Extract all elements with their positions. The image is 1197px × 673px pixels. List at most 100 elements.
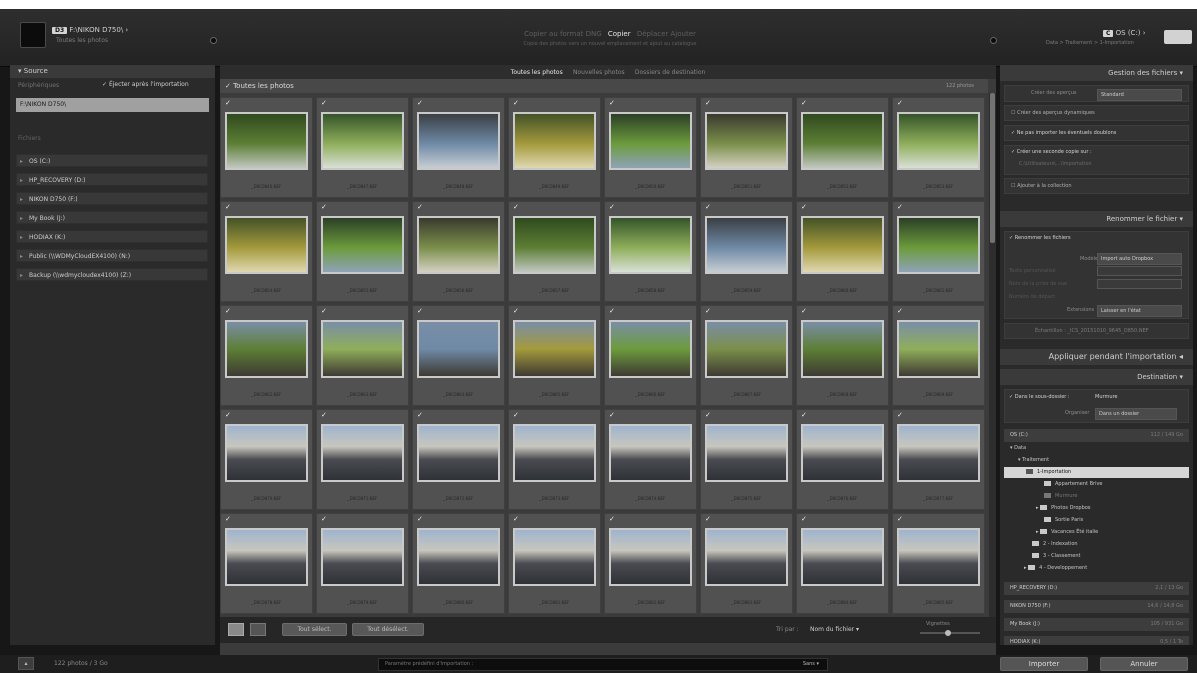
photo-cell[interactable]: ✓ _DSC0863.NEF — [316, 305, 409, 406]
photo-cell[interactable]: ✓ _DSC0867.NEF — [700, 305, 793, 406]
photo-thumbnail[interactable] — [897, 216, 980, 274]
cancel-button[interactable]: Annuler — [1100, 657, 1188, 671]
photo-cell[interactable]: ✓ _DSC0858.NEF — [604, 201, 697, 302]
photo-thumbnail[interactable] — [705, 424, 788, 482]
folder-item[interactable]: ▸ Photos Dropbox — [1004, 503, 1189, 514]
photo-checkbox[interactable]: ✓ — [513, 99, 519, 107]
volume-item[interactable]: OS (C:) — [16, 154, 208, 168]
dest-volume[interactable]: HODIAX (K:) 0,5 / 1 To — [1004, 636, 1189, 645]
photo-checkbox[interactable]: ✓ — [609, 99, 615, 107]
organize-select[interactable]: Dans un dossier — [1095, 408, 1177, 420]
shoot-name-field[interactable] — [1097, 279, 1182, 289]
photo-checkbox[interactable]: ✓ — [705, 307, 711, 315]
photo-cell[interactable]: ✓ _DSC0857.NEF — [508, 201, 601, 302]
dest-header[interactable]: C OS (C:) › — [1103, 29, 1146, 37]
photo-thumbnail[interactable] — [417, 424, 500, 482]
source-collapse-icon[interactable] — [210, 37, 217, 44]
mode-move[interactable]: Déplacer — [637, 30, 668, 38]
photo-cell[interactable]: ✓ _DSC0849.NEF — [508, 97, 601, 198]
volume-item[interactable]: NIKON D750 (F:) — [16, 192, 208, 206]
photo-cell[interactable]: ✓ _DSC0874.NEF — [604, 409, 697, 510]
dest-volume-os[interactable]: OS (C:) 112 / 149 Go — [1004, 429, 1189, 442]
photo-thumbnail[interactable] — [705, 528, 788, 586]
file-handling-header[interactable]: Gestion des fichiers ▾ — [1000, 65, 1193, 81]
folder-item[interactable]: Murmure — [1004, 491, 1189, 502]
rename-files-checkbox[interactable]: ✓ Renommer les fichiers — [1009, 235, 1071, 241]
folder-item[interactable]: 3 - Classement — [1004, 551, 1189, 562]
photo-thumbnail[interactable] — [897, 320, 980, 378]
photo-thumbnail[interactable] — [801, 320, 884, 378]
photo-thumbnail[interactable] — [801, 112, 884, 170]
photo-cell[interactable]: ✓ _DSC0883.NEF — [700, 513, 793, 614]
photo-checkbox[interactable]: ✓ — [513, 411, 519, 419]
dest-volume[interactable]: HP_RECOVERY (D:) 2,1 / 13 Go — [1004, 582, 1189, 595]
slider-knob[interactable] — [945, 630, 951, 636]
folder-item[interactable]: Appartement Brive — [1004, 479, 1189, 490]
photo-checkbox[interactable]: ✓ — [417, 411, 423, 419]
photo-checkbox[interactable]: ✓ — [897, 307, 903, 315]
photo-cell[interactable]: ✓ _DSC0846.NEF — [220, 97, 313, 198]
preset-select[interactable]: Sans ▾ — [803, 659, 819, 670]
photo-checkbox[interactable]: ✓ — [801, 411, 807, 419]
photo-cell[interactable]: ✓ _DSC0851.NEF — [700, 97, 793, 198]
smart-previews-checkbox[interactable]: ☐ Créer des aperçus dynamiques — [1004, 105, 1189, 121]
photo-checkbox[interactable]: ✓ — [321, 307, 327, 315]
photo-thumbnail[interactable] — [609, 320, 692, 378]
photo-thumbnail[interactable] — [225, 112, 308, 170]
photo-checkbox[interactable]: ✓ — [897, 203, 903, 211]
photo-thumbnail[interactable] — [897, 528, 980, 586]
volume-item[interactable]: HODIAX (K:) — [16, 230, 208, 244]
photo-checkbox[interactable]: ✓ — [513, 515, 519, 523]
template-select[interactable]: Import auto Dropbox — [1097, 253, 1182, 265]
second-copy-checkbox[interactable]: ✓ Créer une seconde copie sur : C:\Utilis… — [1004, 145, 1189, 175]
photo-checkbox[interactable]: ✓ — [225, 203, 231, 211]
photo-cell[interactable]: ✓ _DSC0881.NEF — [508, 513, 601, 614]
mode-copy[interactable]: Copier — [608, 30, 631, 38]
photo-thumbnail[interactable] — [705, 112, 788, 170]
loupe-view-icon[interactable] — [250, 623, 266, 636]
photo-thumbnail[interactable] — [417, 528, 500, 586]
photo-cell[interactable]: ✓ _DSC0873.NEF — [508, 409, 601, 510]
photo-cell[interactable]: ✓ _DSC0885.NEF — [892, 513, 985, 614]
photo-cell[interactable]: ✓ _DSC0855.NEF — [316, 201, 409, 302]
photo-cell[interactable]: ✓ _DSC0850.NEF — [604, 97, 697, 198]
collapse-options-icon[interactable]: ▴ — [18, 657, 34, 670]
folder-data[interactable]: ▾ Data — [1004, 443, 1189, 454]
photo-cell[interactable]: ✓ _DSC0861.NEF — [892, 201, 985, 302]
folder-importation-selected[interactable]: 1-Importation — [1004, 467, 1189, 478]
photo-checkbox[interactable]: ✓ — [225, 307, 231, 315]
tab-all-photos[interactable]: Toutes les photos — [507, 69, 567, 76]
photo-checkbox[interactable]: ✓ — [705, 99, 711, 107]
photo-thumbnail[interactable] — [897, 112, 980, 170]
photo-thumbnail[interactable] — [513, 112, 596, 170]
select-all-checkbox[interactable]: ✓ — [225, 82, 233, 90]
destination-header[interactable]: Destination ▾ — [1000, 369, 1193, 385]
apply-during-import-header[interactable]: Appliquer pendant l'importation ◂ — [1000, 349, 1193, 365]
photo-thumbnail[interactable] — [225, 528, 308, 586]
volume-item[interactable]: Public (\\WDMyCloudEX4100) (N:) — [16, 249, 208, 263]
photo-cell[interactable]: ✓ _DSC0860.NEF — [796, 201, 889, 302]
folder-item[interactable]: ▸ 4 - Developpement — [1004, 563, 1189, 574]
photo-checkbox[interactable]: ✓ — [801, 307, 807, 315]
photo-thumbnail[interactable] — [609, 216, 692, 274]
photo-cell[interactable]: ✓ _DSC0884.NEF — [796, 513, 889, 614]
mode-add[interactable]: Ajouter — [671, 30, 696, 38]
folder-traitement[interactable]: ▾ Traitement — [1004, 455, 1189, 466]
photo-cell[interactable]: ✓ _DSC0879.NEF — [316, 513, 409, 614]
photo-thumbnail[interactable] — [417, 112, 500, 170]
photo-checkbox[interactable]: ✓ — [417, 515, 423, 523]
sort-select[interactable]: Nom du fichier ▾ — [810, 626, 859, 633]
photo-thumbnail[interactable] — [609, 112, 692, 170]
photo-thumbnail[interactable] — [609, 424, 692, 482]
photo-checkbox[interactable]: ✓ — [225, 411, 231, 419]
mode-copy-dng[interactable]: Copier au format DNG — [524, 30, 602, 38]
photo-cell[interactable]: ✓ _DSC0870.NEF — [220, 409, 313, 510]
photo-thumbnail[interactable] — [705, 216, 788, 274]
folder-item[interactable]: Sortie Paris — [1004, 515, 1189, 526]
photo-checkbox[interactable]: ✓ — [321, 515, 327, 523]
photo-cell[interactable]: ✓ _DSC0853.NEF — [892, 97, 985, 198]
photo-cell[interactable]: ✓ _DSC0862.NEF — [220, 305, 313, 406]
dest-collapse-icon[interactable] — [990, 37, 997, 44]
photo-cell[interactable]: ✓ _DSC0876.NEF — [796, 409, 889, 510]
photo-thumbnail[interactable] — [513, 424, 596, 482]
